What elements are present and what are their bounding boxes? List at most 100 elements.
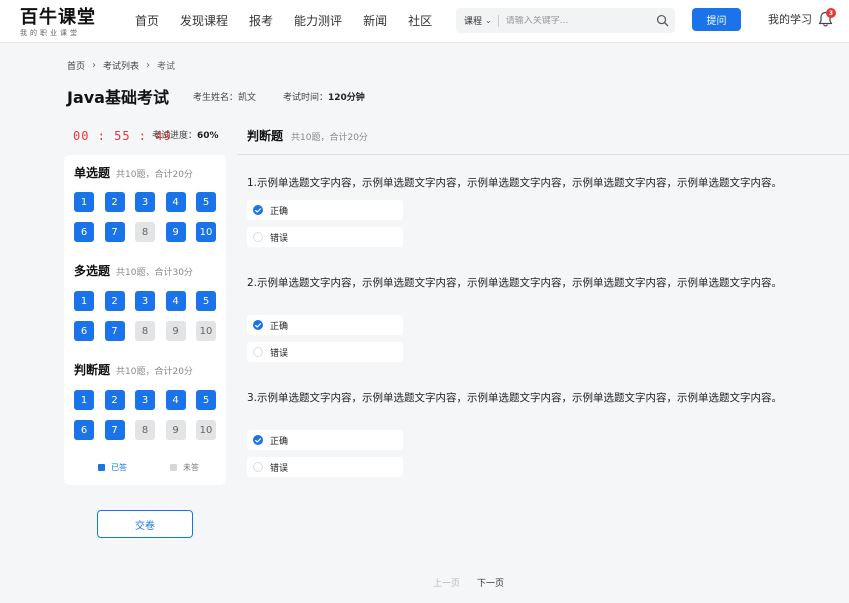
- option-label: 错误: [270, 463, 289, 474]
- question-nav-number[interactable]: 2: [104, 291, 125, 311]
- candidate-label: 考生姓名：: [193, 93, 239, 103]
- top-header: 百牛课堂 我的职业课堂 首页 发现课程 报考 能力测评 新闻 社区 课程 ⌄ 提…: [0, 0, 849, 43]
- option-true[interactable]: 正确: [247, 200, 403, 220]
- unanswered-swatch: [170, 464, 177, 471]
- exam-progress: 考试进度：60%: [152, 130, 219, 142]
- question-nav-number[interactable]: 2: [104, 192, 125, 212]
- question-nav-row: 6 7 8 9 10: [74, 420, 227, 440]
- question-nav-row: 12345: [74, 390, 227, 410]
- submit-exam-button[interactable]: 交卷: [97, 510, 193, 538]
- question-nav-number[interactable]: 2: [104, 390, 125, 410]
- section-title-single: 单选题 共10题，合计20分: [74, 166, 193, 182]
- question-nav-number[interactable]: 7: [104, 222, 125, 242]
- radio-unchecked-icon: [253, 347, 263, 357]
- option-label: 正确: [270, 321, 289, 332]
- question-nav-number[interactable]: 6: [74, 222, 94, 242]
- exam-time-label: 考试时间：: [283, 93, 329, 103]
- question-nav-number[interactable]: 3: [135, 291, 155, 311]
- search-bar: 课程 ⌄: [456, 8, 675, 33]
- prev-page-button[interactable]: 上一页: [433, 578, 460, 590]
- question-nav-number[interactable]: 7: [104, 321, 125, 341]
- main-nav: 首页 发现课程 报考 能力测评 新闻 社区: [135, 13, 453, 29]
- nav-community[interactable]: 社区: [408, 13, 432, 29]
- search-icon[interactable]: [656, 14, 669, 27]
- ask-question-button[interactable]: 提问: [692, 8, 741, 31]
- question-nav-number[interactable]: 4: [165, 291, 186, 311]
- nav-news[interactable]: 新闻: [363, 13, 387, 29]
- question-nav-number[interactable]: 9: [165, 321, 186, 341]
- question-nav-number[interactable]: 10: [196, 321, 216, 341]
- logo[interactable]: 百牛课堂 我的职业课堂: [20, 7, 96, 38]
- question-nav-row: 12345: [74, 291, 227, 311]
- option-label: 错误: [270, 233, 289, 244]
- question-nav-number[interactable]: 8: [135, 222, 155, 242]
- radio-unchecked-icon: [253, 462, 263, 472]
- option-false[interactable]: 错误: [247, 342, 403, 362]
- notification-badge: 3: [826, 8, 836, 18]
- pagination: 上一页 下一页: [433, 578, 504, 590]
- breadcrumb-current: 考试: [157, 62, 176, 72]
- question-nav-number[interactable]: 10: [196, 420, 216, 440]
- question-nav-number[interactable]: 8: [135, 420, 155, 440]
- nav-assessment[interactable]: 能力测评: [294, 13, 342, 29]
- question-nav-number[interactable]: 3: [135, 390, 155, 410]
- answer-legend: 已答 未答: [98, 462, 199, 473]
- logo-title: 百牛课堂: [20, 7, 96, 28]
- search-divider: [497, 14, 499, 27]
- search-input[interactable]: [505, 15, 651, 26]
- exam-time-info: 考试时间：120分钟: [283, 92, 365, 104]
- progress-value: 60%: [197, 131, 219, 141]
- unanswered-label: 未答: [183, 463, 199, 472]
- nav-enroll[interactable]: 报考: [249, 13, 273, 29]
- question-nav-number[interactable]: 3: [135, 192, 155, 212]
- question-text: 1.示例单选题文字内容，示例单选题文字内容，示例单选题文字内容，示例单选题文字内…: [247, 177, 783, 189]
- section-divider: [237, 154, 849, 155]
- question-nav-row: 6 7 8 9 10: [74, 321, 227, 341]
- question-nav-number[interactable]: 9: [165, 222, 186, 242]
- my-study-link[interactable]: 我的学习: [768, 13, 812, 27]
- exam-time-value: 120分钟: [328, 93, 365, 103]
- nav-home[interactable]: 首页: [135, 13, 159, 29]
- question-nav-number[interactable]: 10: [196, 222, 216, 242]
- question-nav-number[interactable]: 4: [165, 390, 186, 410]
- breadcrumb-exam-list[interactable]: 考试列表: [103, 59, 139, 72]
- option-true[interactable]: 正确: [247, 315, 403, 335]
- section-name: 单选题: [74, 166, 111, 180]
- section-title-multiple: 多选题 共10题，合计30分: [74, 264, 193, 280]
- question-nav-number[interactable]: 9: [165, 420, 186, 440]
- answered-label: 已答: [111, 463, 127, 472]
- radio-checked-icon: [253, 205, 263, 215]
- answered-swatch: [98, 464, 105, 471]
- question-nav-number[interactable]: 4: [165, 192, 186, 212]
- question-nav-number[interactable]: 5: [196, 291, 216, 311]
- breadcrumb-home[interactable]: 首页: [67, 59, 85, 72]
- question-nav-number[interactable]: 7: [104, 420, 125, 440]
- question-text: 2.示例单选题文字内容，示例单选题文字内容，示例单选题文字内容，示例单选题文字内…: [247, 277, 783, 289]
- candidate-info: 考生姓名：凯文: [193, 92, 256, 104]
- question-text: 3.示例单选题文字内容，示例单选题文字内容，示例单选题文字内容，示例单选题文字内…: [247, 392, 783, 404]
- option-true[interactable]: 正确: [247, 430, 403, 450]
- question-nav-number[interactable]: 5: [196, 390, 216, 410]
- question-nav-number[interactable]: 8: [135, 321, 155, 341]
- question-nav-number[interactable]: 1: [74, 390, 94, 410]
- option-label: 正确: [270, 206, 289, 217]
- question-nav-number[interactable]: 6: [74, 420, 94, 440]
- option-false[interactable]: 错误: [247, 457, 403, 477]
- candidate-name: 凯文: [238, 93, 257, 103]
- radio-unchecked-icon: [253, 232, 263, 242]
- chevron-right-icon: ›: [92, 60, 97, 71]
- option-false[interactable]: 错误: [247, 227, 403, 247]
- search-type-label: 课程: [464, 17, 483, 27]
- question-nav-number[interactable]: 5: [196, 192, 216, 212]
- radio-checked-icon: [253, 435, 263, 445]
- chevron-right-icon: ›: [146, 60, 151, 71]
- question-nav-number[interactable]: 6: [74, 321, 94, 341]
- progress-label: 考试进度：: [152, 131, 198, 141]
- breadcrumb: 首页 › 考试列表 › 考试: [67, 59, 175, 72]
- page-title: Java基础考试: [67, 88, 169, 107]
- question-nav-number[interactable]: 1: [74, 192, 94, 212]
- question-nav-number[interactable]: 1: [74, 291, 94, 311]
- next-page-button[interactable]: 下一页: [477, 578, 504, 590]
- nav-discover-courses[interactable]: 发现课程: [180, 13, 228, 29]
- search-type-select[interactable]: 课程 ⌄: [456, 8, 492, 33]
